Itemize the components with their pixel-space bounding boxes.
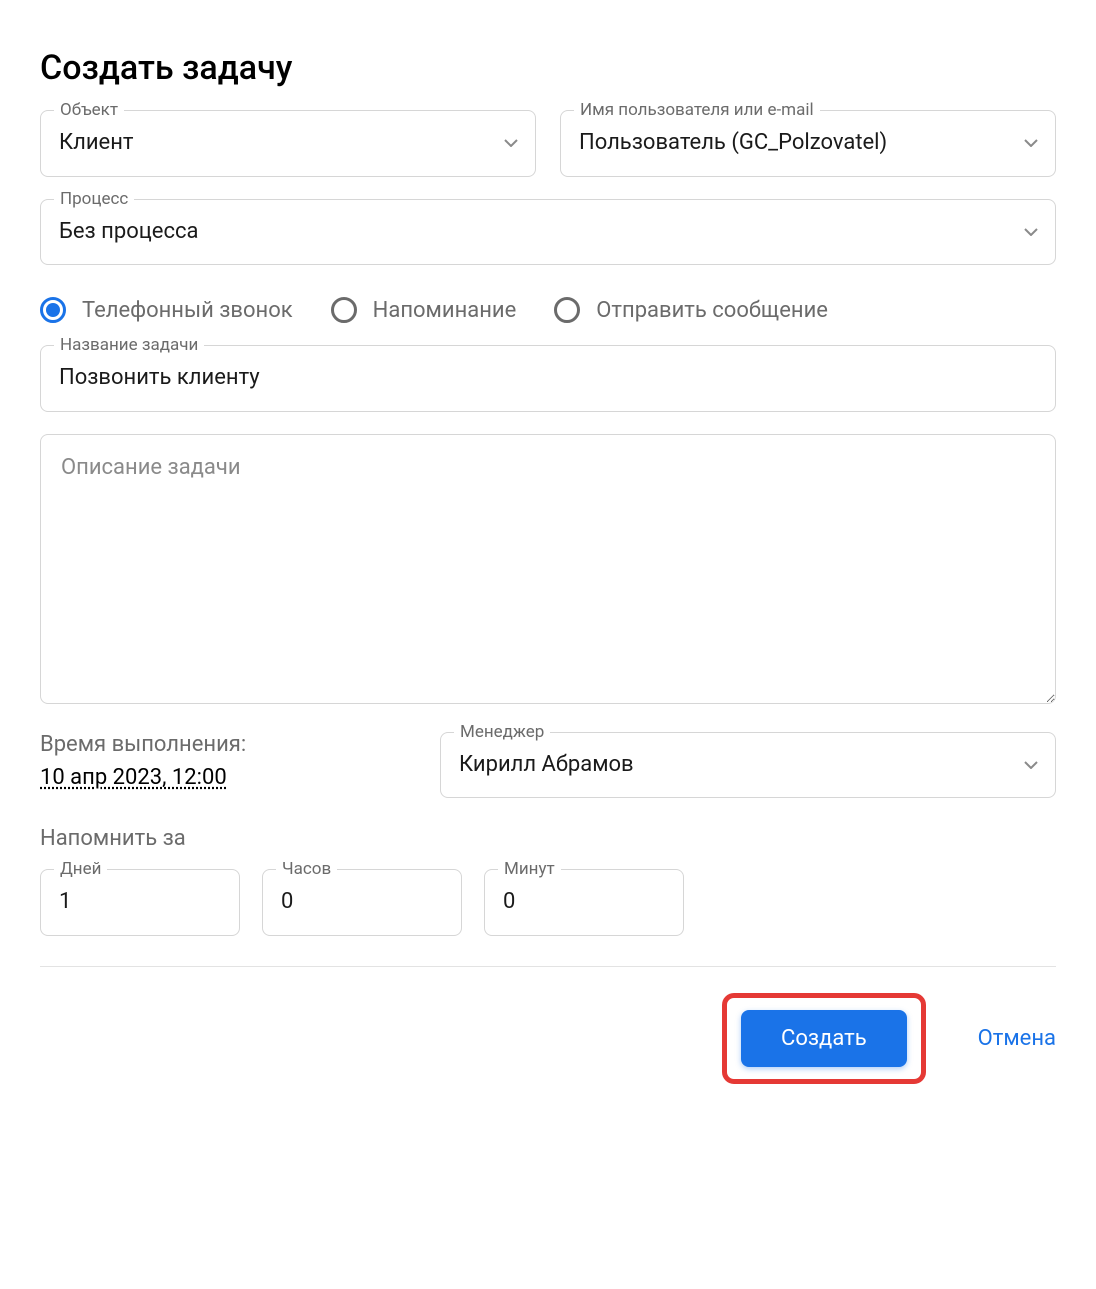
manager-label: Менеджер: [454, 722, 550, 742]
radio-icon: [40, 297, 66, 323]
create-button-highlight: Создать: [722, 993, 926, 1084]
radio-label: Отправить сообщение: [596, 298, 828, 323]
process-select[interactable]: Без процесса: [40, 199, 1056, 266]
user-field: Имя пользователя или e-mail Пользователь…: [560, 110, 1056, 177]
process-field: Процесс Без процесса: [40, 199, 1056, 266]
execution-time-value[interactable]: 10 апр 2023, 12:00: [40, 765, 227, 790]
execution-time-label: Время выполнения:: [40, 732, 400, 757]
reminder-hours-field: Часов: [262, 869, 462, 936]
create-button[interactable]: Создать: [741, 1010, 907, 1067]
execution-time-block: Время выполнения: 10 апр 2023, 12:00: [40, 732, 400, 790]
radio-label: Напоминание: [373, 298, 517, 323]
task-type-reminder[interactable]: Напоминание: [331, 297, 517, 323]
footer-divider: [40, 966, 1056, 967]
radio-icon: [554, 297, 580, 323]
task-name-label: Название задачи: [54, 335, 204, 355]
reminder-days-field: Дней: [40, 869, 240, 936]
task-description-textarea[interactable]: [40, 434, 1056, 704]
radio-icon: [331, 297, 357, 323]
page-title: Создать задачу: [40, 48, 1056, 88]
task-type-send-message[interactable]: Отправить сообщение: [554, 297, 828, 323]
reminder-hours-label: Часов: [276, 859, 337, 879]
task-name-field: Название задачи: [40, 345, 1056, 412]
reminder-label: Напомнить за: [40, 826, 1056, 851]
manager-field: Менеджер Кирилл Абрамов: [440, 732, 1056, 799]
footer: Создать Отмена: [40, 993, 1056, 1084]
cancel-button[interactable]: Отмена: [978, 1026, 1056, 1051]
reminder-days-label: Дней: [54, 859, 107, 879]
task-type-radio-group: Телефонный звонок Напоминание Отправить …: [40, 297, 1056, 323]
object-label: Объект: [54, 100, 124, 120]
task-type-phone-call[interactable]: Телефонный звонок: [40, 297, 293, 323]
process-label: Процесс: [54, 189, 134, 209]
object-field: Объект Клиент: [40, 110, 536, 177]
radio-label: Телефонный звонок: [82, 298, 293, 323]
reminder-minutes-field: Минут: [484, 869, 684, 936]
reminder-minutes-label: Минут: [498, 859, 561, 879]
user-label: Имя пользователя или e-mail: [574, 100, 820, 120]
